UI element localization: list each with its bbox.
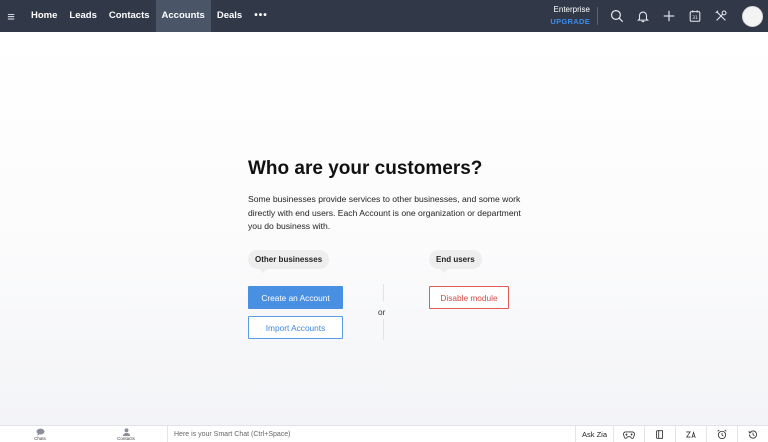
bottom-divider	[167, 426, 168, 442]
user-avatar[interactable]	[742, 5, 763, 27]
plan-name: Enterprise	[553, 5, 590, 14]
smart-chat-input[interactable]: Here is your Smart Chat (Ctrl+Space)	[174, 426, 291, 442]
bottom-bar: Chats Contacts Here is your Smart Chat (…	[0, 425, 768, 442]
tab-contacts[interactable]: Contacts	[103, 0, 156, 32]
tab-deals[interactable]: Deals	[211, 0, 248, 32]
top-navigation-bar: ≡ Home Leads Contacts Accounts Deals •••…	[0, 0, 768, 32]
person-icon	[122, 428, 130, 436]
other-businesses-label: Other businesses	[248, 250, 330, 273]
book-icon[interactable]	[644, 426, 675, 442]
calendar-icon[interactable]: 31	[682, 0, 708, 32]
ask-zia-button[interactable]: Ask Zia	[574, 426, 613, 442]
svg-text:31: 31	[692, 15, 698, 21]
tab-leads[interactable]: Leads	[63, 0, 102, 32]
history-icon[interactable]	[737, 426, 768, 442]
tab-home[interactable]: Home	[25, 0, 63, 32]
or-separator-bottom	[383, 319, 384, 340]
contacts-label: Contacts	[117, 436, 135, 441]
end-users-label: End users	[429, 250, 482, 273]
import-accounts-button[interactable]: Import Accounts	[248, 316, 343, 339]
page-description: Some businesses provide services to othe…	[248, 194, 521, 231]
disable-module-button[interactable]: Disable module	[429, 286, 509, 309]
page-title: Who are your customers?	[248, 158, 483, 179]
nav-right-group: Enterprise UPGRADE 31	[550, 0, 768, 32]
chats-button[interactable]: Chats	[28, 426, 52, 442]
tools-icon[interactable]	[708, 0, 734, 32]
hamburger-menu-icon[interactable]: ≡	[0, 0, 22, 32]
or-label: or	[378, 307, 386, 317]
bottom-tools: Ask Zia	[574, 426, 768, 442]
or-separator-top	[383, 284, 384, 301]
plus-icon[interactable]	[656, 0, 682, 32]
search-icon[interactable]	[604, 0, 630, 32]
bell-icon[interactable]	[630, 0, 656, 32]
tab-accounts[interactable]: Accounts	[155, 0, 211, 32]
contacts-button[interactable]: Contacts	[112, 426, 140, 442]
plan-info: Enterprise UPGRADE	[550, 4, 590, 28]
gamepad-icon[interactable]	[613, 426, 644, 442]
chat-bubble-icon	[36, 428, 44, 436]
chats-label: Chats	[34, 436, 46, 441]
upgrade-link[interactable]: UPGRADE	[550, 16, 590, 28]
nav-divider	[597, 7, 598, 25]
translate-icon[interactable]	[675, 426, 706, 442]
alarm-icon[interactable]	[706, 426, 737, 442]
create-account-button[interactable]: Create an Account	[248, 286, 343, 309]
more-tabs-button[interactable]: •••	[248, 0, 274, 32]
